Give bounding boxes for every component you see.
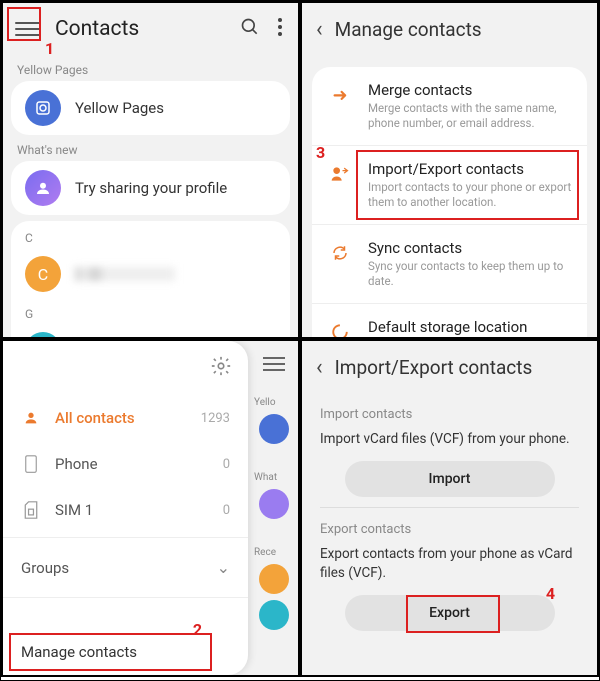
- contacts-list-section: C C G G: [11, 221, 290, 339]
- row-title: Merge contacts: [368, 81, 573, 99]
- merge-icon: ➜: [326, 81, 354, 109]
- search-icon[interactable]: [240, 17, 260, 41]
- phone-icon: [21, 455, 41, 473]
- divider: [3, 537, 248, 538]
- drawer-item-all-contacts[interactable]: All contacts 1293: [3, 395, 248, 441]
- row-subtitle: Sync your contacts to keep them up to da…: [368, 259, 573, 289]
- drawer-groups-row[interactable]: Groups ⌄: [3, 542, 248, 593]
- drawer-label: Phone: [55, 455, 223, 473]
- drawer-count: 0: [223, 503, 230, 518]
- import-section-header: Import contacts: [320, 407, 579, 422]
- divider: [320, 507, 579, 508]
- import-export-row[interactable]: Import/Export contacts Import contacts t…: [312, 145, 587, 224]
- row-title: Sync contacts: [368, 239, 573, 257]
- gear-icon[interactable]: [210, 355, 232, 381]
- panel-manage-contacts: ‹ Manage contacts 3 ➜ Merge contacts Mer…: [300, 1, 599, 339]
- back-icon[interactable]: ‹: [316, 355, 323, 380]
- annotation-number-1: 1: [45, 39, 54, 58]
- panel-import-export: ‹ Import/Export contacts Import contacts…: [300, 339, 599, 677]
- app-title: Contacts: [55, 17, 240, 41]
- row-title: Default storage location: [368, 318, 573, 336]
- drawer-label: SIM 1: [55, 501, 223, 519]
- bg-avatar: [259, 489, 289, 519]
- drawer-label: All contacts: [55, 409, 201, 427]
- panel-contacts-list: Contacts 1 Yellow Pages Yellow Pages Wha…: [1, 1, 300, 339]
- manage-options-card: ➜ Merge contacts Merge contacts with the…: [312, 67, 587, 339]
- annotation-box-1: [7, 7, 41, 41]
- chevron-down-icon: ⌄: [217, 558, 230, 577]
- person-icon: [21, 410, 41, 426]
- more-icon[interactable]: [278, 18, 282, 40]
- import-description: Import vCard files (VCF) from your phone…: [320, 430, 579, 449]
- storage-location-row[interactable]: Default storage location Phone: [312, 303, 587, 339]
- drawer-count: 0: [223, 457, 230, 472]
- avatar: C: [25, 256, 61, 292]
- drawer-count: 1293: [201, 411, 230, 426]
- drawer-item-sim[interactable]: SIM 1 0: [3, 487, 248, 533]
- merge-contacts-row[interactable]: ➜ Merge contacts Merge contacts with the…: [312, 67, 587, 145]
- sync-contacts-row[interactable]: Sync contacts Sync your contacts to keep…: [312, 224, 587, 303]
- profile-icon: [25, 170, 61, 206]
- storage-icon: [326, 318, 354, 339]
- manage-contacts-link[interactable]: Manage contacts: [3, 629, 248, 675]
- list-item-yellowpages[interactable]: Yellow Pages: [11, 81, 290, 135]
- letter-header-g: G: [11, 301, 290, 323]
- annotation-box-2: [9, 633, 212, 671]
- import-export-icon: [326, 160, 354, 188]
- contact-row[interactable]: G: [11, 323, 290, 339]
- bg-label: What: [250, 450, 298, 483]
- section-header-yellowpages: Yellow Pages: [3, 55, 298, 81]
- bg-label: Yello: [250, 375, 298, 408]
- avatar: G: [25, 332, 61, 339]
- bg-avatar: [259, 600, 289, 630]
- export-section-header: Export contacts: [320, 522, 579, 537]
- groups-label: Groups: [21, 559, 69, 577]
- list-item-label: Try sharing your profile: [75, 179, 227, 197]
- navigation-drawer: All contacts 1293 Phone 0 SIM 1 0 Groups…: [3, 341, 248, 675]
- bg-avatar: [259, 564, 289, 594]
- background-screen: Yello What Rece: [250, 341, 298, 675]
- annotation-box-3: [356, 150, 579, 220]
- annotation-number-2: 2: [193, 620, 202, 639]
- screen-title: Import/Export contacts: [335, 356, 533, 379]
- bg-avatar: [259, 414, 289, 444]
- letter-header-c: C: [11, 225, 290, 247]
- app-header: ‹ Import/Export contacts: [302, 341, 597, 393]
- sim-icon: [21, 501, 41, 519]
- contact-name-redacted: [75, 267, 175, 281]
- export-description: Export contacts from your phone as vCard…: [320, 545, 579, 583]
- hamburger-icon: [263, 357, 285, 371]
- screen-title: Manage contacts: [335, 18, 482, 41]
- app-header: ‹ Manage contacts: [302, 3, 597, 55]
- divider: [3, 597, 248, 598]
- list-item-label: Yellow Pages: [75, 99, 164, 117]
- sync-icon: [326, 239, 354, 267]
- back-icon[interactable]: ‹: [316, 17, 323, 42]
- drawer-item-phone[interactable]: Phone 0: [3, 441, 248, 487]
- annotation-box-4: [406, 595, 500, 633]
- bg-label: Rece: [250, 525, 298, 558]
- import-button[interactable]: Import: [345, 461, 555, 497]
- section-header-whatsnew: What's new: [3, 135, 298, 161]
- yellowpages-icon: [25, 90, 61, 126]
- panel-drawer: Yello What Rece All contacts 1293 Phone …: [1, 339, 300, 677]
- row-subtitle: Merge contacts with the same name, phone…: [368, 101, 573, 131]
- contact-row[interactable]: C: [11, 247, 290, 301]
- list-item-share-profile[interactable]: Try sharing your profile: [11, 161, 290, 215]
